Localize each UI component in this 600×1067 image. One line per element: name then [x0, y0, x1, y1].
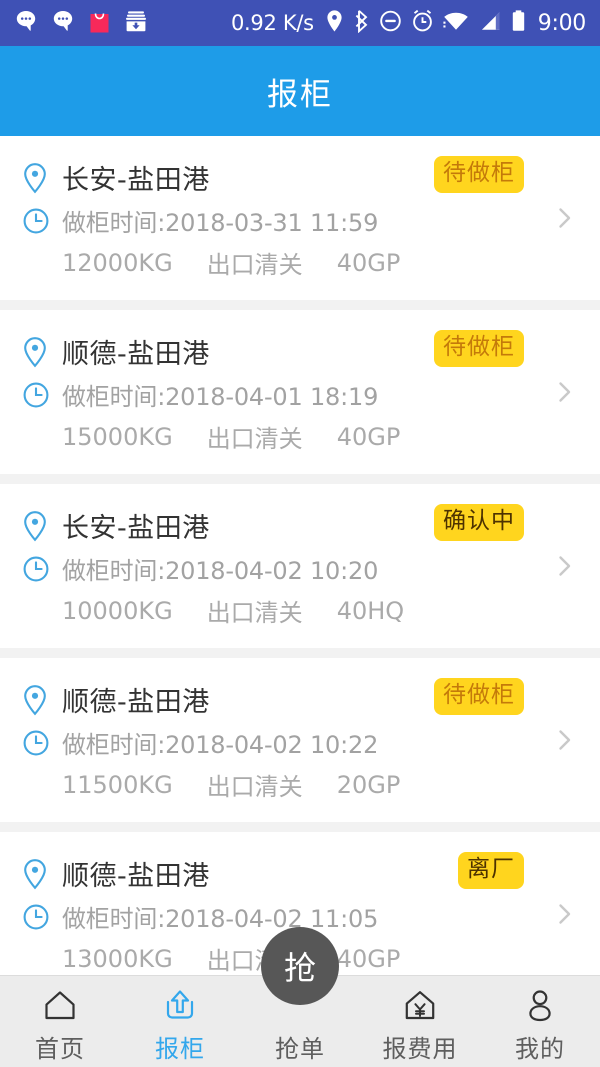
service-label: 出口清关	[206, 425, 303, 453]
battery-icon	[511, 9, 526, 37]
do-not-disturb-icon	[379, 9, 402, 37]
list-item[interactable]: 顺德-盐田港做柜时间:2018-04-01 18:19 15000KG 出口清关 40…	[0, 310, 600, 474]
alarm-clock-icon	[411, 9, 434, 37]
house-yuan-icon	[401, 985, 439, 1025]
container-type-label: 40GP	[336, 248, 401, 277]
item-meta-row: 10000KG 出口清关 40HQ	[0, 593, 600, 628]
service-label: 出口清关	[206, 251, 303, 279]
weight-label: 15000KG	[62, 422, 173, 451]
chevron-right-icon[interactable]	[552, 379, 578, 405]
container-list[interactable]: 长安-盐田港 做柜时间:2018-03-31 11:59 12000KG 出口清关 40…	[0, 136, 600, 975]
clock-icon	[22, 207, 62, 235]
route-label: 长安-盐田港	[62, 513, 210, 544]
location-pin-icon	[22, 858, 62, 890]
container-time-label: 做柜时间:2018-04-02 10:20	[62, 557, 379, 585]
chevron-right-icon[interactable]	[552, 901, 578, 927]
clock-icon	[22, 555, 62, 583]
container-type-label: 40GP	[336, 422, 401, 451]
status-badge: 待做柜	[434, 156, 524, 193]
location-pin-icon	[22, 162, 62, 194]
tab-label: 我的	[515, 1035, 565, 1063]
status-bar-right-icons: 0.92 K/s 9:00	[231, 9, 586, 37]
route-label: 顺德-盐田港	[62, 339, 210, 370]
tab-label: 报费用	[382, 1035, 458, 1063]
location-pin-icon	[22, 336, 62, 368]
grab-order-fab-label: 抢	[283, 949, 316, 987]
service-label: 出口清关	[206, 773, 303, 801]
chat-bubble-icon	[51, 9, 75, 37]
status-badge: 确认中	[434, 504, 524, 541]
clock-icon	[22, 729, 62, 757]
container-time-label: 做柜时间:2018-03-31 11:59	[62, 209, 379, 237]
tab-person[interactable]: 我的	[480, 976, 600, 1067]
container-type-label: 20GP	[336, 770, 401, 799]
list-item[interactable]: 长安-盐田港做柜时间:2018-03-31 11:59 12000KG 出口清关 40…	[0, 136, 600, 300]
weight-label: 12000KG	[62, 248, 173, 277]
location-pin-icon	[22, 510, 62, 542]
status-bar: 0.92 K/s 9:00	[0, 0, 600, 46]
shopping-bag-icon	[88, 9, 111, 37]
chevron-right-icon[interactable]	[552, 553, 578, 579]
item-meta-row: 15000KG 出口清关 40GP	[0, 419, 600, 454]
home-icon	[41, 985, 79, 1025]
bluetooth-icon	[353, 9, 370, 37]
app-root: 0.92 K/s 9:00 报柜 长安-盐田港 做柜时间:2018-03-31 …	[0, 0, 600, 1067]
list-item[interactable]: 长安-盐田港做柜时间:2018-04-02 10:20 10000KG 出口清关 40…	[0, 484, 600, 648]
upload-tray-icon	[160, 985, 200, 1025]
status-bar-clock: 9:00	[537, 10, 587, 36]
weight-label: 13000KG	[62, 944, 173, 973]
clock-icon	[22, 381, 62, 409]
status-bar-left-icons	[14, 9, 148, 37]
item-meta-row: 11500KG 出口清关 20GP	[0, 767, 600, 802]
person-icon	[521, 985, 559, 1025]
service-label: 出口清关	[206, 599, 303, 627]
route-label: 顺德-盐田港	[62, 861, 210, 892]
tab-home[interactable]: 首页	[0, 976, 120, 1067]
container-type-label: 40HQ	[336, 596, 405, 625]
container-time-label: 做柜时间:2018-04-01 18:19	[62, 383, 379, 411]
tab-house-yuan[interactable]: 报费用	[360, 976, 480, 1067]
status-badge: 待做柜	[434, 330, 524, 367]
route-label: 长安-盐田港	[62, 165, 210, 196]
chat-bubble-icon	[14, 9, 38, 37]
tab-label: 报柜	[155, 1035, 205, 1063]
item-meta-row: 12000KG 出口清关 40GP	[0, 245, 600, 280]
location-pin-icon	[22, 684, 62, 716]
chevron-right-icon[interactable]	[552, 205, 578, 231]
location-pin-icon	[325, 9, 344, 37]
page-title: 报柜	[267, 76, 333, 113]
status-badge: 离厂	[458, 852, 524, 889]
container-time-label: 做柜时间:2018-04-02 11:05	[62, 905, 379, 933]
wifi-icon	[443, 9, 469, 37]
tab-label: 首页	[35, 1035, 85, 1063]
route-label: 顺德-盐田港	[62, 687, 210, 718]
cellular-signal-icon	[478, 9, 502, 37]
weight-label: 11500KG	[62, 770, 173, 799]
clock-icon	[22, 903, 62, 931]
container-time-label: 做柜时间:2018-04-02 10:22	[62, 731, 379, 759]
page-header: 报柜	[0, 46, 600, 136]
network-speed-text: 0.92 K/s	[230, 11, 314, 35]
chevron-right-icon[interactable]	[552, 727, 578, 753]
list-item[interactable]: 顺德-盐田港做柜时间:2018-04-02 10:22 11500KG 出口清关 20…	[0, 658, 600, 822]
tab-upload-tray[interactable]: 报柜	[120, 976, 240, 1067]
grab-order-fab[interactable]: 抢	[261, 927, 339, 1005]
container-type-label: 40GP	[336, 944, 401, 973]
weight-label: 10000KG	[62, 596, 173, 625]
status-badge: 待做柜	[434, 678, 524, 715]
tab-label: 抢单	[275, 1035, 325, 1063]
archive-download-icon	[124, 9, 148, 37]
